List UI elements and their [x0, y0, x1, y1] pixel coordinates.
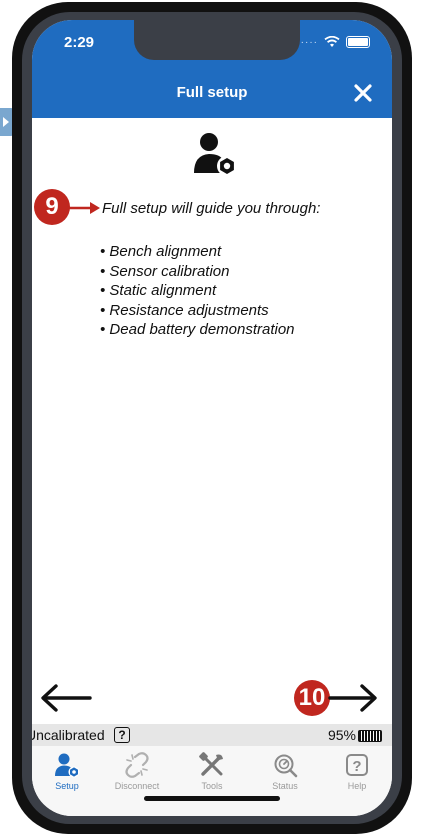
tab-disconnect[interactable]: Disconnect	[102, 752, 172, 791]
setup-content: 9 Full setup will guide you through: • B…	[32, 118, 392, 724]
phone-bezel: 2:29 ···· Full setup 9 Full setup will g…	[22, 12, 402, 824]
annotation-badge-10: 10	[294, 680, 330, 716]
list-item: • Bench alignment	[100, 243, 222, 260]
nav-bar: Full setup	[32, 68, 392, 118]
list-item: • Sensor calibration	[100, 262, 230, 280]
battery-percent: 95%	[327, 727, 356, 743]
close-icon	[354, 84, 372, 102]
list-item: • Dead battery demonstration	[100, 321, 295, 338]
signal-icon: ····	[300, 36, 318, 48]
tab-status[interactable]: Status	[250, 752, 320, 791]
help-icon: ?	[346, 754, 368, 776]
status-icons: ····	[301, 36, 370, 48]
setup-intro-text: Full setup will guide you through:	[102, 200, 321, 217]
status-bar: 2:29 ····	[32, 20, 392, 68]
tab-label: Tools	[201, 781, 223, 791]
calibration-status-bar: Uncalibrated ? 95%	[32, 724, 392, 746]
setup-steps-list: • Bench alignment • Sensor calibration •…	[100, 242, 295, 340]
user-gear-icon	[194, 133, 237, 176]
tab-setup[interactable]: Setup	[32, 752, 102, 791]
page-title: Full setup	[176, 84, 248, 101]
step-label: Dead battery demonstration	[109, 321, 295, 338]
list-item: • Static alignment	[100, 282, 217, 299]
tab-label: Help	[347, 781, 367, 791]
phone-frame: 2:29 ···· Full setup 9 Full setup will g…	[12, 2, 412, 834]
notch	[134, 20, 300, 60]
tab-label: Setup	[55, 781, 79, 791]
annotation-pointer-icon	[68, 202, 100, 214]
step-label: Static alignment	[109, 282, 217, 299]
status-time: 2:29	[64, 34, 95, 51]
tab-label: Status	[272, 781, 298, 791]
battery-status-icon	[346, 36, 370, 48]
broken-link-icon	[125, 752, 149, 778]
calibration-help-button[interactable]: ?	[114, 727, 130, 743]
tab-help[interactable]: ? Help	[322, 752, 392, 791]
calibration-status: Uncalibrated	[32, 727, 105, 743]
close-button[interactable]	[348, 78, 378, 108]
tab-bar: Setup Disconnect Tools Status ? Help	[32, 746, 392, 816]
tab-tools[interactable]: Tools	[177, 752, 247, 791]
step-label: Sensor calibration	[109, 262, 230, 280]
tools-icon	[199, 752, 223, 776]
next-arrow-button[interactable]	[328, 680, 380, 716]
back-arrow-button[interactable]	[38, 680, 94, 716]
step-label: Bench alignment	[109, 243, 222, 260]
status-gauge-icon	[274, 754, 298, 778]
list-item: • Resistance adjustments	[100, 301, 269, 319]
battery-icon	[358, 730, 382, 742]
user-gear-icon	[55, 753, 80, 778]
app-screen: 2:29 ···· Full setup 9 Full setup will g…	[32, 20, 392, 816]
svg-text:?: ?	[352, 758, 361, 775]
tab-label: Disconnect	[114, 781, 160, 791]
annotation-badge-9: 9	[34, 189, 70, 225]
home-indicator[interactable]	[144, 796, 280, 801]
step-label: Resistance adjustments	[109, 301, 269, 319]
wifi-icon	[324, 36, 340, 47]
